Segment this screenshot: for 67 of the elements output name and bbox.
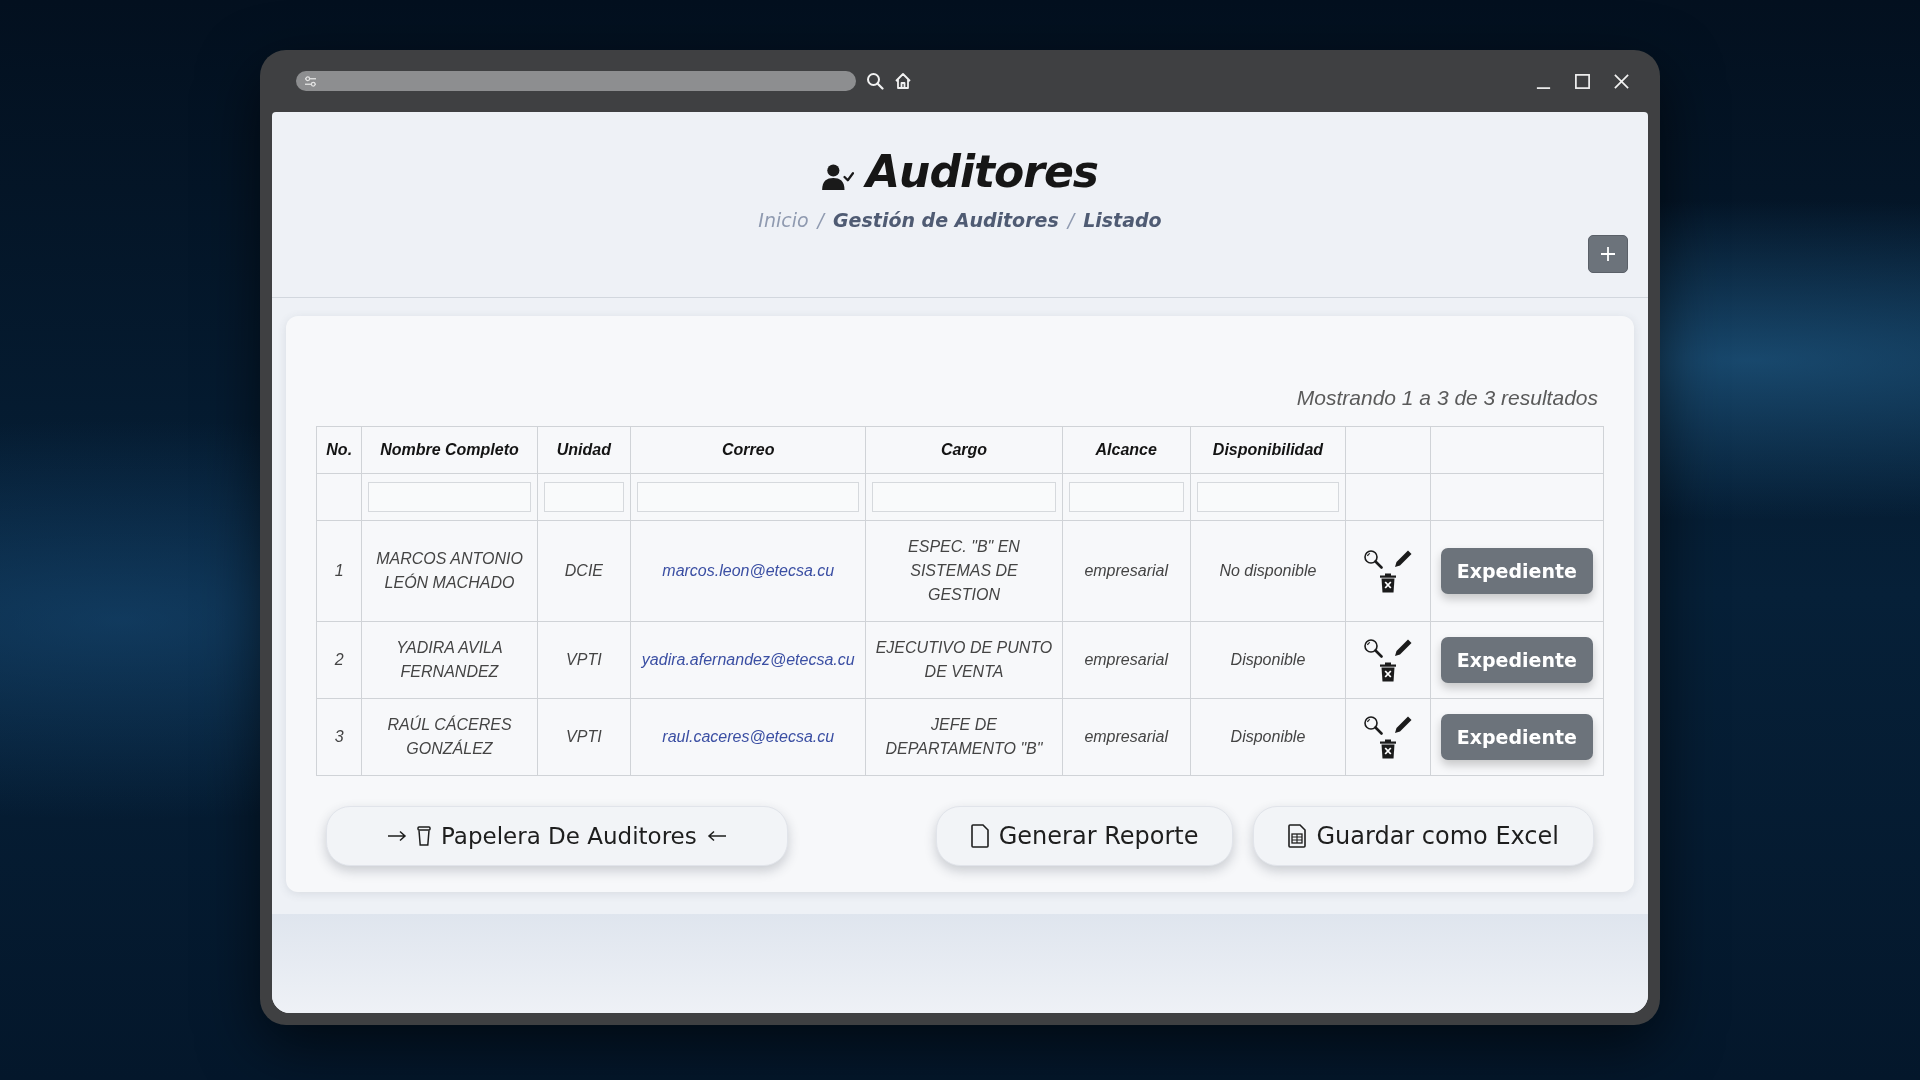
breadcrumb-separator: / xyxy=(1067,209,1075,231)
left-arrow-icon xyxy=(706,830,727,842)
trash-icon[interactable] xyxy=(1378,739,1397,759)
plus-icon xyxy=(1600,246,1616,262)
generate-report-button[interactable]: Generar Reporte xyxy=(935,806,1234,866)
email-link[interactable]: yadira.afernandez@etecsa.cu xyxy=(641,651,855,668)
home-icon[interactable] xyxy=(894,72,912,90)
search-icon[interactable] xyxy=(866,72,884,90)
add-button[interactable] xyxy=(1588,235,1628,273)
column-header: No. xyxy=(316,426,362,474)
recycle-bin-button[interactable]: Papelera De Auditores xyxy=(326,806,788,866)
right-arrow-icon xyxy=(387,830,407,842)
table-cell: 2 xyxy=(316,621,362,699)
document-icon xyxy=(970,824,989,848)
pencil-icon[interactable] xyxy=(1392,638,1413,658)
save-excel-button[interactable]: Guardar como Excel xyxy=(1253,806,1594,866)
table-cell: YADIRA AVILA FERNANDEZ xyxy=(361,621,538,699)
column-header: Alcance xyxy=(1062,426,1191,474)
trash-icon[interactable] xyxy=(1378,662,1397,682)
magnifier-icon[interactable] xyxy=(1362,715,1383,735)
sliders-icon[interactable] xyxy=(304,75,317,87)
email-link[interactable]: raul.caceres@etecsa.cu xyxy=(662,728,835,745)
magnifier-icon[interactable] xyxy=(1362,549,1383,569)
table-cell: DCIE xyxy=(537,520,631,622)
table-cell: JEFE DE DEPARTAMENTO "B" xyxy=(865,698,1063,776)
trash-icon[interactable] xyxy=(1378,573,1397,593)
column-header: Nombre Completo xyxy=(361,426,538,474)
table-cell: RAÚL CÁCERES GONZÁLEZ xyxy=(361,698,538,776)
table-cell: empresarial xyxy=(1062,520,1191,622)
filter-field[interactable] xyxy=(872,482,1056,512)
table-cell: Disponible xyxy=(1190,698,1346,776)
filter-field[interactable] xyxy=(1068,482,1184,512)
close-icon[interactable] xyxy=(1613,72,1630,90)
expediente-button[interactable]: Expediente xyxy=(1440,548,1593,594)
table-cell: ESPEC. "B" EN SISTEMAS DE GESTION xyxy=(865,520,1063,622)
trash-can-icon xyxy=(417,826,431,846)
pencil-icon[interactable] xyxy=(1392,549,1413,569)
filter-field[interactable] xyxy=(637,482,860,512)
filter-field[interactable] xyxy=(1196,482,1340,512)
email-link[interactable]: marcos.leon@etecsa.cu xyxy=(662,562,835,579)
table-cell: EJECUTIVO DE PUNTO DE VENTA xyxy=(865,621,1063,699)
magnifier-icon[interactable] xyxy=(1362,638,1383,658)
table-cell: empresarial xyxy=(1062,698,1191,776)
column-header: Correo xyxy=(630,426,866,474)
table-cell: No disponible xyxy=(1190,520,1346,622)
results-summary: Mostrando 1 a 3 de 3 resultados xyxy=(1296,386,1598,410)
breadcrumb-separator: / xyxy=(817,209,824,231)
table-cell: VPTI xyxy=(537,621,631,699)
filter-field[interactable] xyxy=(543,482,625,512)
column-header: Unidad xyxy=(537,426,631,474)
column-header: Cargo xyxy=(865,426,1063,474)
spreadsheet-icon xyxy=(1288,824,1307,848)
breadcrumb-link[interactable]: Gestión de Auditores xyxy=(833,209,1059,231)
pencil-icon[interactable] xyxy=(1392,715,1413,735)
maximize-icon[interactable] xyxy=(1574,72,1591,90)
table-cell: 1 xyxy=(316,520,362,622)
table-cell: MARCOS ANTONIO LEÓN MACHADO xyxy=(361,520,538,622)
table-cell: VPTI xyxy=(537,698,631,776)
column-header: Disponibilidad xyxy=(1190,426,1346,474)
table-cell: Disponible xyxy=(1190,621,1346,699)
person-check-icon xyxy=(822,162,854,191)
breadcrumb-link[interactable]: Listado xyxy=(1083,209,1162,231)
expediente-button[interactable]: Expediente xyxy=(1440,714,1593,760)
expediente-button[interactable]: Expediente xyxy=(1440,637,1593,683)
table-cell: 3 xyxy=(316,698,362,776)
table-cell: empresarial xyxy=(1062,621,1191,699)
filter-field[interactable] xyxy=(368,482,531,512)
